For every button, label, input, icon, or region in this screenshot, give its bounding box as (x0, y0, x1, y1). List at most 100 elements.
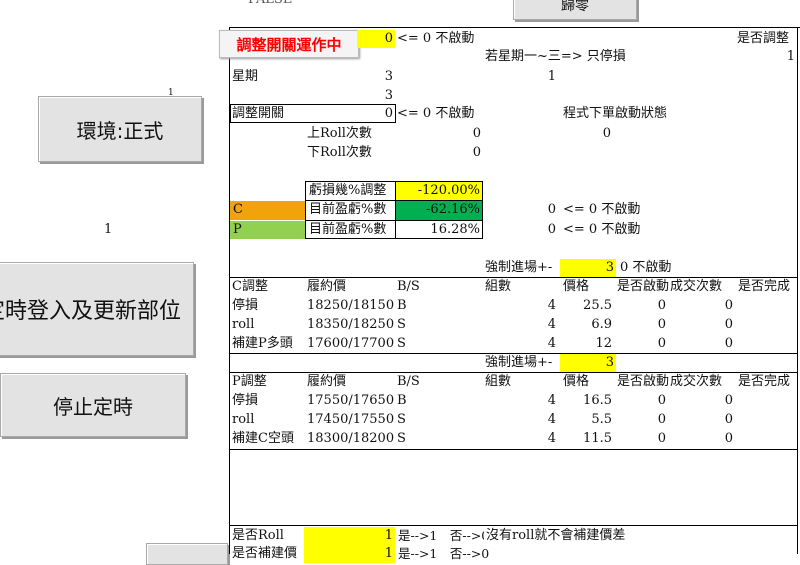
c-row-price: 6.9 (591, 317, 612, 332)
p-row-start: 0 (657, 412, 666, 427)
c-header-count: 成交次數 (670, 279, 723, 294)
p-flag[interactable]: 0 (520, 221, 556, 239)
up-roll-label: 上Roll次數 (307, 126, 372, 141)
p-row-qty: 4 (547, 412, 556, 427)
force-entry-c-note: 0 不啟動 (620, 260, 672, 275)
c-row-name: 停損 (232, 298, 259, 313)
weekday-value-2: 3 (384, 88, 393, 103)
roll-note: 是-->1 否-->0 (398, 528, 484, 543)
p-table-bottom-line (229, 449, 798, 450)
up-roll-value: 0 (472, 126, 481, 141)
p-row-price: 16.5 (583, 393, 612, 408)
c-row-count: 0 (724, 336, 733, 351)
program-order-label: 程式下單啟動狀態 (563, 106, 668, 121)
c-row-name: 補建P多頭 (232, 336, 293, 351)
p-row-start: 0 (657, 393, 666, 408)
rebuild-label: 是否補建價 (232, 546, 298, 561)
adjust-switch-label: 調整開關 (232, 106, 285, 121)
adjust-switch-note: <= 0 不啟動 (397, 106, 475, 121)
false-text: FALSE (248, 0, 292, 9)
p-row-start: 0 (657, 431, 666, 446)
p-row-name: 停損 (232, 393, 259, 408)
cell-value-1: 1 (104, 222, 113, 237)
c-row-qty: 4 (547, 298, 556, 313)
weekday-label: 星期 (232, 69, 259, 84)
is-adjust-value[interactable]: 1 (760, 48, 795, 66)
c-table-title: C調整 (232, 279, 268, 294)
reset-button[interactable]: 歸零 (513, 0, 637, 20)
loss-pct-value: -120.00% (417, 183, 480, 198)
rebuild-note: 是-->1 否-->0 (398, 546, 490, 561)
c-header-bs: B/S (397, 279, 420, 294)
c-row-price: 25.5 (583, 298, 612, 313)
cell-marker-1: 1 (168, 88, 174, 98)
p-label: P (233, 222, 242, 237)
c-row-count: 0 (724, 317, 733, 332)
c-row-name: roll (232, 317, 255, 332)
c-header-start: 是否啟動 (617, 279, 670, 294)
c-row-strike: 18350/18250 (307, 317, 395, 332)
loss-pct-label: 虧損幾%調整 (309, 183, 387, 198)
p-row-price: 11.5 (583, 431, 612, 446)
p-row-strike: 17450/17550 (307, 412, 395, 427)
weekday-flag: 1 (547, 69, 556, 84)
c-pnl-value: -62.16% (426, 202, 480, 217)
p-row-count: 0 (724, 393, 733, 408)
force-entry-c-value: 3 (605, 260, 614, 275)
environment-button[interactable]: 環境:正式 (38, 96, 202, 162)
c-row-start: 0 (657, 336, 666, 351)
adjust-switch-value[interactable]: 0 (357, 105, 393, 123)
p-row-count: 0 (724, 431, 733, 446)
c-row-qty: 4 (547, 336, 556, 351)
c-row-strike: 18250/18150 (307, 298, 395, 313)
c-flag[interactable]: 0 (520, 201, 556, 219)
c-row-start: 0 (657, 298, 666, 313)
p-row-count: 0 (724, 412, 733, 427)
c-header-strike: 履約價 (307, 279, 347, 294)
c-row-price: 12 (595, 336, 612, 351)
c-row-bs: S (397, 336, 406, 351)
p-header-done: 是否完成 (738, 374, 791, 389)
p-row-name: 補建C空頭 (232, 431, 294, 446)
stop-timer-button[interactable]: 停止定時 (0, 373, 186, 437)
p-row-qty: 4 (547, 393, 556, 408)
weekday-note: 若星期一~三=> 只停損 (485, 49, 626, 64)
p-row-qty: 4 (547, 431, 556, 446)
roll-label: 是否Roll (232, 528, 284, 543)
p-row-strike: 18300/18200 (307, 431, 395, 446)
c-row-qty: 4 (547, 317, 556, 332)
p-note: <= 0 不啟動 (563, 222, 641, 237)
bottom-partial-button[interactable] (146, 543, 228, 565)
c-pnl-label: 目前盈虧%數 (309, 202, 387, 217)
p-header-start: 是否啟動 (617, 374, 670, 389)
p-row-bs: S (397, 431, 406, 446)
roll-value: 1 (384, 528, 393, 543)
down-roll-label: 下Roll次數 (307, 145, 372, 160)
p-pnl-label: 目前盈虧%數 (309, 222, 387, 237)
c-note: <= 0 不啟動 (563, 202, 641, 217)
c-label: C (233, 202, 243, 217)
c-row-bs: S (397, 317, 406, 332)
switch-note: <= 0 不啟動 (397, 31, 475, 46)
rebuild-value: 1 (384, 546, 393, 561)
down-roll-value: 0 (472, 145, 481, 160)
switch-value: 0 (384, 31, 393, 46)
p-table-title: P調整 (232, 374, 267, 389)
c-row-bs: B (397, 298, 407, 313)
p-row-bs: S (397, 412, 406, 427)
p-header-price: 價格 (563, 374, 590, 389)
p-row-name: roll (232, 412, 255, 427)
p-row-price: 5.5 (591, 412, 612, 427)
force-entry-p-value: 3 (605, 355, 614, 370)
weekday-value: 3 (384, 69, 393, 84)
force-entry-c-label: 強制進場+- (485, 260, 553, 275)
c-row-count: 0 (724, 298, 733, 313)
force-entry-p-label: 強制進場+- (485, 355, 553, 370)
c-row-start: 0 (657, 317, 666, 332)
timer-login-update-button[interactable]: 定時登入及更新部位 (0, 262, 194, 356)
p-header-strike: 履約價 (307, 374, 347, 389)
sheet-top-border (229, 27, 800, 28)
p-row-strike: 17550/17650 (307, 393, 395, 408)
c-header-qty: 組數 (485, 279, 512, 294)
roll-hint: 沒有roll就不會補建價差 (486, 528, 626, 543)
